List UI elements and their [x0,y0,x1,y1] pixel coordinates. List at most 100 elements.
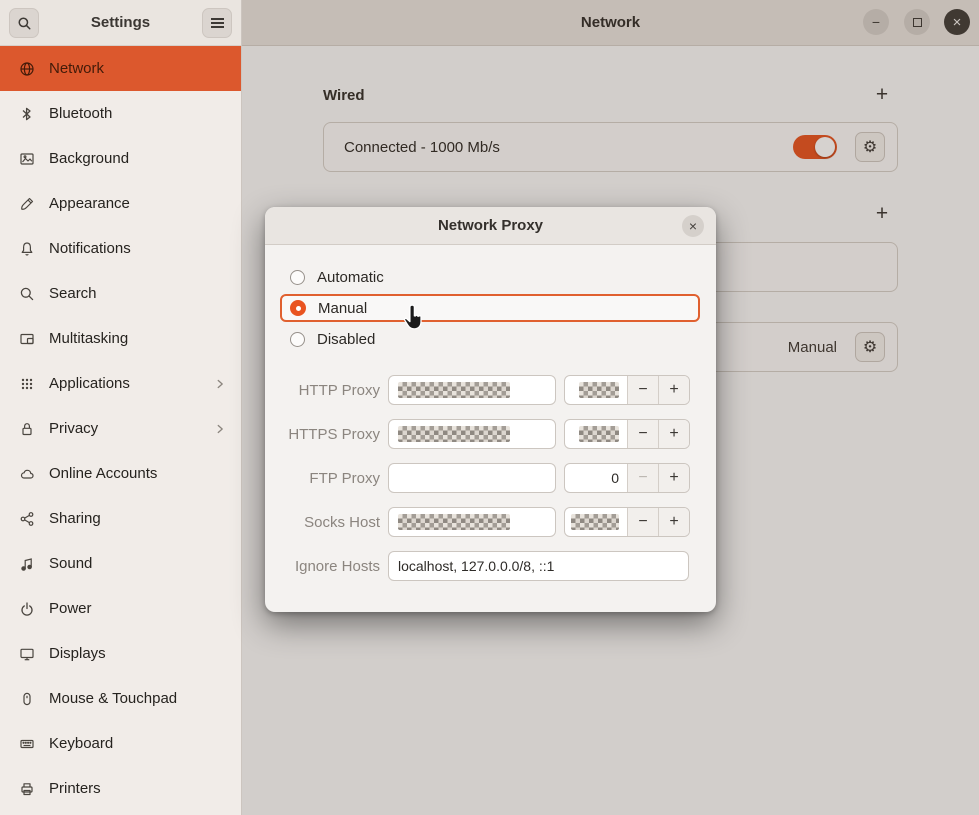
redacted-host-value [398,426,510,442]
spin-plus-button[interactable]: + [658,376,689,404]
search-button[interactable] [9,8,39,38]
radio-checked-icon[interactable] [290,300,306,316]
mouse-icon [19,691,35,707]
network-proxy-dialog: Network Proxy × Automatic Manual Disable… [265,207,716,612]
ignore-hosts-label: Ignore Hosts [280,558,380,575]
option-label: Automatic [317,269,384,286]
http-port-spinner: − + [564,375,690,405]
sidebar-item-background[interactable]: Background [0,136,241,181]
socks-host-input[interactable] [388,507,556,537]
sidebar-item-search[interactable]: Search [0,271,241,316]
sidebar-item-label: Appearance [49,195,130,212]
https-port-value[interactable] [565,420,627,448]
redacted-host-value [398,382,510,398]
spin-plus-button[interactable]: + [658,508,689,536]
proxy-option-disabled[interactable]: Disabled [280,327,700,351]
option-label: Disabled [317,331,375,348]
https-proxy-label: HTTPS Proxy [280,426,380,443]
sidebar-item-label: Power [49,600,92,617]
http-port-value[interactable] [565,376,627,404]
ignore-hosts-row: Ignore Hosts localhost, 127.0.0.0/8, ::1 [280,551,700,581]
plus-icon: + [669,513,678,531]
minus-icon: − [638,425,647,443]
sidebar-item-power[interactable]: Power [0,586,241,631]
sidebar-item-printers[interactable]: Printers [0,766,241,811]
plus-icon: + [669,469,678,487]
dialog-close-button[interactable]: × [682,215,704,237]
sidebar-item-label: Applications [49,375,130,392]
sidebar-item-label: Sharing [49,510,101,527]
dialog-title: Network Proxy [438,217,543,234]
redacted-port-value [579,382,619,398]
printer-icon [19,781,35,797]
keyboard-icon [19,736,35,752]
sidebar-item-multitasking[interactable]: Multitasking [0,316,241,361]
sidebar-item-label: Privacy [49,420,98,437]
apps-grid-icon [19,376,35,392]
sidebar-item-privacy[interactable]: Privacy [0,406,241,451]
sidebar-item-mouse-touchpad[interactable]: Mouse & Touchpad [0,676,241,721]
display-icon [19,646,35,662]
music-note-icon [19,556,35,572]
settings-window: Settings Network Bluetooth Background Ap… [0,0,979,815]
radio-unchecked-icon[interactable] [290,332,305,347]
sidebar-item-label: Bluetooth [49,105,112,122]
chevron-right-icon [213,422,227,436]
spin-plus-button[interactable]: + [658,420,689,448]
sidebar-item-network[interactable]: Network [0,46,241,91]
sidebar-item-label: Displays [49,645,106,662]
https-proxy-input[interactable] [388,419,556,449]
port-number: 0 [611,470,619,486]
proxy-option-manual[interactable]: Manual [280,294,700,322]
globe-icon [19,61,35,77]
bell-icon [19,241,35,257]
sidebar-item-notifications[interactable]: Notifications [0,226,241,271]
spin-minus-button[interactable]: − [627,464,658,492]
search-icon [17,16,32,31]
socks-port-value[interactable] [565,508,627,536]
chevron-right-icon [213,377,227,391]
ftp-proxy-label: FTP Proxy [280,470,380,487]
sidebar-item-keyboard[interactable]: Keyboard [0,721,241,766]
spin-minus-button[interactable]: − [627,508,658,536]
menu-button[interactable] [202,8,232,38]
http-proxy-row: HTTP Proxy − + [280,375,700,405]
search-icon [19,286,35,302]
sidebar-item-appearance[interactable]: Appearance [0,181,241,226]
bluetooth-icon [19,106,35,122]
http-proxy-label: HTTP Proxy [280,382,380,399]
https-port-spinner: − + [564,419,690,449]
socks-port-spinner: − + [564,507,690,537]
sidebar-item-sharing[interactable]: Sharing [0,496,241,541]
spin-minus-button[interactable]: − [627,420,658,448]
cloud-icon [19,466,35,482]
appearance-icon [19,196,35,212]
spin-minus-button[interactable]: − [627,376,658,404]
http-proxy-input[interactable] [388,375,556,405]
minus-icon: − [638,513,647,531]
ftp-port-value[interactable]: 0 [565,464,627,492]
sidebar-item-online-accounts[interactable]: Online Accounts [0,451,241,496]
sidebar-item-bluetooth[interactable]: Bluetooth [0,91,241,136]
plus-icon: + [669,381,678,399]
ftp-proxy-input[interactable] [388,463,556,493]
redacted-host-value [398,514,510,530]
proxy-option-automatic[interactable]: Automatic [280,265,700,289]
sidebar-item-label: Search [49,285,97,302]
sidebar-item-label: Multitasking [49,330,128,347]
sidebar-item-applications[interactable]: Applications [0,361,241,406]
ftp-port-spinner: 0 − + [564,463,690,493]
sidebar-item-label: Network [49,60,104,77]
sidebar-item-label: Printers [49,780,101,797]
radio-unchecked-icon[interactable] [290,270,305,285]
ignore-hosts-input[interactable]: localhost, 127.0.0.0/8, ::1 [388,551,689,581]
hamburger-icon [211,22,224,24]
redacted-port-value [571,514,619,530]
sidebar-item-displays[interactable]: Displays [0,631,241,676]
dialog-body: Automatic Manual Disabled HTTP Proxy − + [265,245,716,581]
power-icon [19,601,35,617]
spin-plus-button[interactable]: + [658,464,689,492]
sidebar-item-sound[interactable]: Sound [0,541,241,586]
https-proxy-row: HTTPS Proxy − + [280,419,700,449]
socks-host-row: Socks Host − + [280,507,700,537]
